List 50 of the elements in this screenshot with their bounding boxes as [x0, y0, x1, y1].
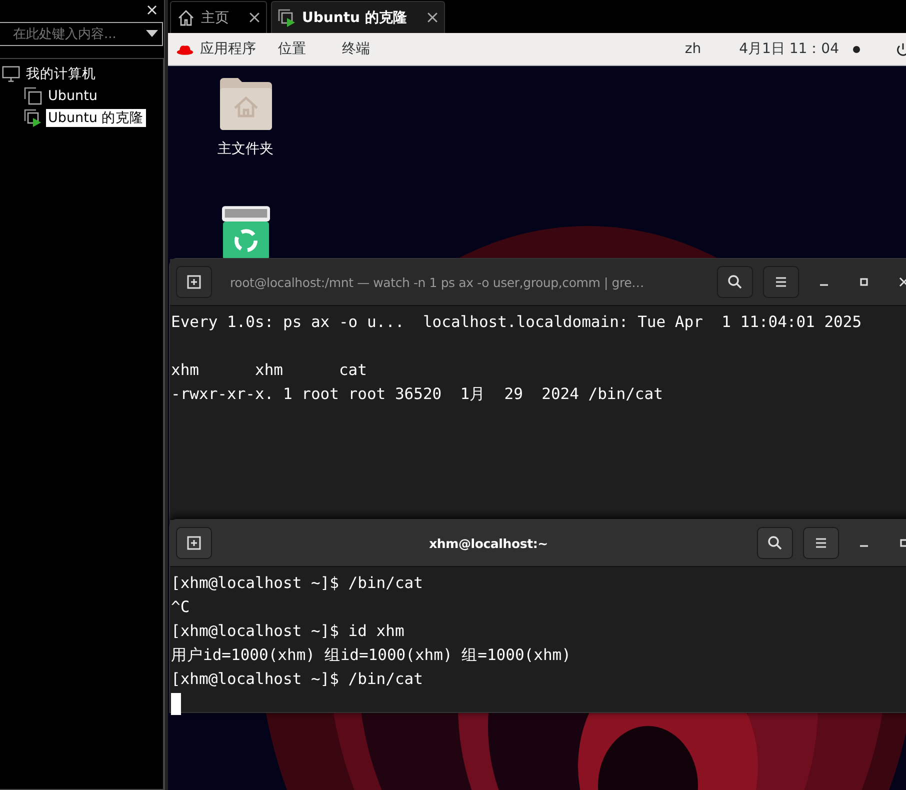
window-title: xhm@localhost:~	[428, 536, 549, 550]
monitor-icon	[2, 65, 20, 83]
search-icon	[767, 535, 783, 551]
new-tab-button[interactable]	[176, 266, 212, 298]
terminal-line: [xhm@localhost ~]$ id xhm	[171, 622, 404, 640]
clock[interactable]: 4月1日 11：04	[739, 40, 839, 58]
terminal-line: xhm xhm cat	[171, 361, 367, 379]
plus-box-icon	[186, 274, 202, 290]
terminal-line: Every 1.0s: ps ax -o u... localhost.localdomain: Tue Apr 1 11:04:01 2025	[171, 313, 862, 331]
search-icon	[727, 274, 743, 290]
window-title: root@localhost:/mnt — watch -n 1 ps ax -o user,group,comm | gre…	[229, 274, 645, 290]
dropdown-icon[interactable]	[146, 30, 158, 38]
menu-button[interactable]	[763, 266, 799, 298]
menu-icon	[773, 274, 789, 290]
tab[interactable]: Ubuntu 的克隆	[271, 1, 445, 33]
maximize-icon[interactable]	[899, 538, 906, 548]
tree-item[interactable]: Ubuntu 的克隆	[46, 109, 146, 127]
vm-running-icon	[24, 109, 42, 127]
search-field[interactable]: 在此处键入内容...	[0, 22, 163, 46]
terminal-line: 用户id=1000(xhm) 组id=1000(xhm) 组=1000(xhm)	[171, 646, 571, 664]
maximize-icon[interactable]	[859, 277, 869, 287]
tree-item[interactable]: Ubuntu	[46, 88, 100, 104]
plus-box-icon	[186, 535, 202, 551]
input-method-indicator[interactable]: zh	[684, 41, 702, 57]
terminal-line: ^C	[171, 598, 190, 616]
hat-icon	[176, 42, 194, 56]
tree-item[interactable]: 我的计算机	[24, 65, 98, 83]
terminal-line: -rwxr-xr-x. 1 root root 36520 1月 29 2024 /bin/cat	[171, 385, 663, 403]
trash-icon[interactable]	[222, 206, 270, 260]
tab-label: 主页	[201, 8, 230, 26]
menu-item[interactable]: 终端	[342, 40, 370, 58]
menu-button[interactable]	[803, 527, 839, 559]
home-icon	[177, 8, 195, 26]
power-icon[interactable]	[896, 42, 906, 56]
search-button[interactable]	[757, 527, 793, 559]
vm-icon	[24, 87, 42, 105]
home-folder-icon[interactable]	[220, 78, 272, 130]
menu-icon	[813, 535, 829, 551]
terminal-line: [xhm@localhost ~]$ /bin/cat	[171, 574, 423, 592]
menu-item[interactable]: 应用程序	[200, 40, 256, 58]
tab-label: Ubuntu 的克隆	[302, 8, 408, 26]
icon-label: 主文件夹	[218, 140, 274, 158]
status-dot-icon	[853, 46, 860, 52]
close-icon[interactable]	[249, 12, 260, 23]
new-tab-button[interactable]	[176, 527, 212, 559]
terminal-line: [xhm@localhost ~]$ /bin/cat	[171, 670, 423, 688]
close-icon[interactable]	[426, 12, 438, 23]
vm-running-icon	[278, 8, 296, 26]
search-button[interactable]	[717, 266, 753, 298]
menu-item[interactable]: 位置	[278, 40, 306, 58]
